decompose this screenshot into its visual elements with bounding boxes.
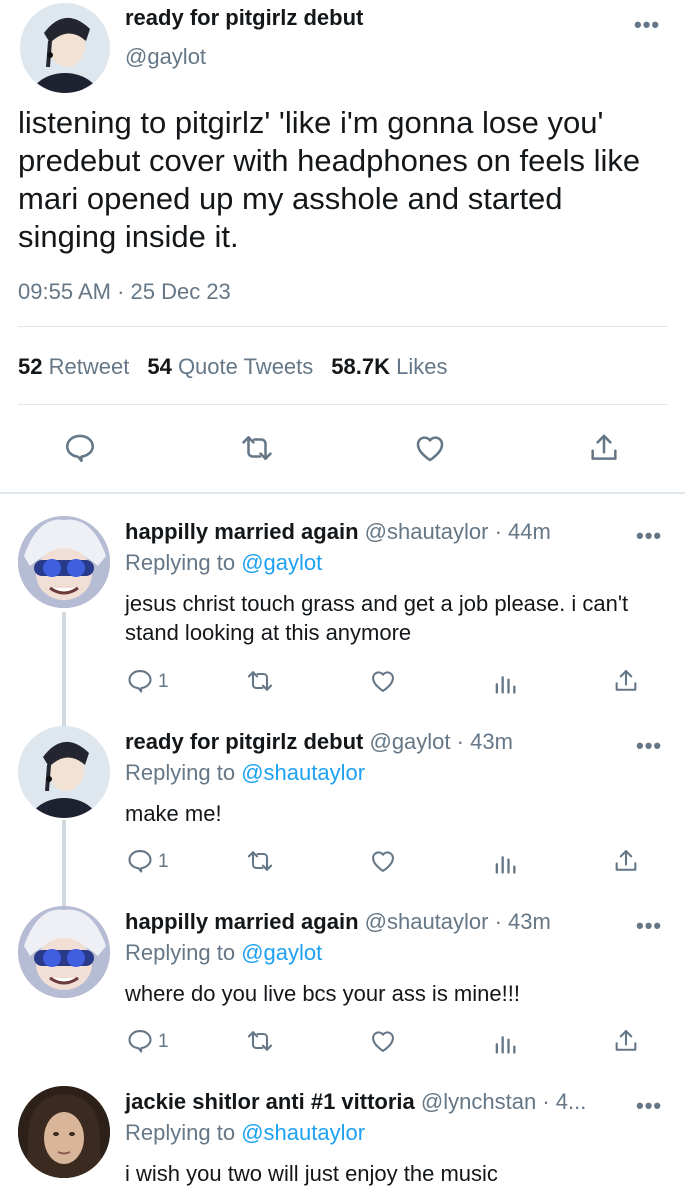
replying-to: Replying to @shautaylor	[125, 1120, 366, 1145]
reply-tweet[interactable]: ready for pitgirlz debut @gaylot · 43m •…	[0, 726, 685, 896]
quote-tweets-stat[interactable]: 54 Quote Tweets	[147, 354, 313, 379]
divider	[18, 326, 668, 327]
reply-tweet[interactable]: happilly married again @shautaylor · 43m…	[0, 906, 685, 1076]
retweet-icon[interactable]	[245, 667, 275, 695]
more-options-icon[interactable]: •••	[636, 735, 662, 757]
reply-icon[interactable]	[63, 431, 97, 465]
share-icon[interactable]	[612, 1027, 640, 1055]
tweet-stats: 52 Retweet 54 Quote Tweets 58.7K Likes	[18, 354, 447, 380]
avatar-image	[18, 1086, 110, 1178]
replying-to-mention[interactable]: @shautaylor	[241, 1120, 365, 1145]
replying-to-mention[interactable]: @shautaylor	[241, 760, 365, 785]
avatar-image	[18, 726, 110, 818]
avatar-image	[18, 906, 110, 998]
reply-text: jesus christ touch grass and get a job p…	[125, 591, 629, 645]
avatar-image	[18, 516, 110, 608]
more-options-icon[interactable]: •••	[636, 1095, 662, 1117]
share-icon[interactable]	[587, 431, 621, 465]
replying-to: Replying to @shautaylor	[125, 760, 366, 785]
reply-tweet[interactable]: jackie shitlor anti #1 vittoria @lynchst…	[0, 1086, 685, 1200]
avatar[interactable]	[18, 516, 110, 608]
like-icon[interactable]	[369, 1027, 397, 1055]
divider	[18, 404, 668, 405]
reply-text: where do you live bcs your ass is mine!!…	[125, 981, 520, 1006]
retweet-icon[interactable]	[240, 431, 274, 465]
retweet-icon[interactable]	[245, 1027, 275, 1055]
retweets-stat[interactable]: 52 Retweet	[18, 354, 129, 379]
reply-header: jackie shitlor anti #1 vittoria @lynchst…	[125, 1089, 586, 1115]
reply-time[interactable]: · 44m	[495, 519, 551, 544]
author-name[interactable]: ready for pitgirlz debut	[125, 5, 363, 31]
reply-header: happilly married again @shautaylor · 43m	[125, 909, 551, 935]
reply-author-handle[interactable]: @lynchstan	[421, 1089, 536, 1114]
reply-time[interactable]: · 4...	[542, 1089, 586, 1114]
tweet-text: listening to pitgirlz' 'like i'm gonna l…	[18, 105, 641, 254]
reply-text: i wish you two will just enjoy the music	[125, 1161, 498, 1186]
avatar[interactable]	[18, 726, 110, 818]
reply-author-handle[interactable]: @shautaylor	[365, 519, 489, 544]
author-handle[interactable]: @gaylot	[125, 44, 206, 70]
avatar-image	[20, 3, 110, 93]
likes-stat[interactable]: 58.7K Likes	[331, 354, 447, 379]
more-options-icon[interactable]: •••	[636, 915, 662, 937]
replying-to: Replying to @gaylot	[125, 940, 323, 965]
reply-icon[interactable]	[126, 847, 154, 875]
more-options-icon[interactable]: •••	[636, 525, 662, 547]
reply-count: 1	[158, 851, 169, 872]
reply-text: make me!	[125, 801, 222, 826]
replying-to-mention[interactable]: @gaylot	[241, 550, 322, 575]
reply-author-handle[interactable]: @shautaylor	[365, 909, 489, 934]
avatar[interactable]	[18, 1086, 110, 1178]
analytics-icon[interactable]	[491, 1028, 519, 1056]
avatar[interactable]	[20, 3, 110, 93]
replying-to: Replying to @gaylot	[125, 550, 323, 575]
reply-header: happilly married again @shautaylor · 44m	[125, 519, 551, 545]
replying-to-mention[interactable]: @gaylot	[241, 940, 322, 965]
like-icon[interactable]	[369, 847, 397, 875]
share-icon[interactable]	[612, 847, 640, 875]
reply-time[interactable]: · 43m	[495, 909, 551, 934]
share-icon[interactable]	[612, 667, 640, 695]
like-icon[interactable]	[369, 667, 397, 695]
reply-author-handle[interactable]: @gaylot	[369, 729, 450, 754]
reply-time[interactable]: · 43m	[457, 729, 513, 754]
tweet-timestamp[interactable]: 09:55 AM · 25 Dec 23	[18, 279, 231, 305]
reply-icon[interactable]	[126, 1027, 154, 1055]
reply-count: 1	[158, 1031, 169, 1052]
analytics-icon[interactable]	[491, 848, 519, 876]
reply-author-name[interactable]: happilly married again	[125, 519, 359, 544]
reply-header: ready for pitgirlz debut @gaylot · 43m	[125, 729, 513, 755]
reply-author-name[interactable]: jackie shitlor anti #1 vittoria	[125, 1089, 415, 1114]
avatar[interactable]	[18, 906, 110, 998]
reply-author-name[interactable]: ready for pitgirlz debut	[125, 729, 363, 754]
retweet-icon[interactable]	[245, 847, 275, 875]
reply-tweet[interactable]: happilly married again @shautaylor · 44m…	[0, 516, 685, 716]
more-options-icon[interactable]: •••	[634, 14, 660, 36]
reply-author-name[interactable]: happilly married again	[125, 909, 359, 934]
section-divider	[0, 492, 685, 494]
like-icon[interactable]	[413, 431, 447, 465]
reply-count: 1	[158, 671, 169, 692]
analytics-icon[interactable]	[491, 668, 519, 696]
reply-icon[interactable]	[126, 667, 154, 695]
